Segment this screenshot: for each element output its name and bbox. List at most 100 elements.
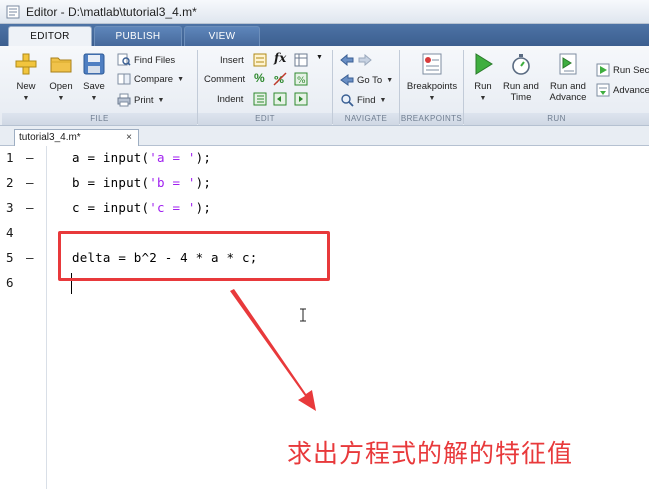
chevron-down-icon: ▼	[379, 96, 387, 104]
code-text: );	[195, 150, 212, 165]
run-and-advance-label-1: Run and	[550, 81, 586, 92]
find-label: Find	[357, 94, 376, 106]
advance-label: Advance	[613, 84, 649, 96]
tab-publish[interactable]: PUBLISH	[94, 26, 182, 46]
insert-button[interactable]: Insert	[220, 52, 244, 68]
insert-section-icon[interactable]	[253, 53, 267, 67]
code-text: a = input(	[72, 150, 150, 165]
chevron-down-icon: ▼	[177, 75, 185, 83]
comment-label: Comment	[204, 73, 246, 85]
new-plus-icon	[15, 53, 37, 75]
go-to-arrow-icon	[340, 74, 354, 86]
compare-icon	[117, 73, 131, 85]
print-label: Print	[134, 94, 154, 106]
compare-button[interactable]: Compare ▼	[117, 71, 184, 87]
run-and-advance-icon	[559, 53, 577, 75]
chevron-down-icon: ▼	[157, 96, 165, 104]
find-files-label: Find Files	[134, 54, 176, 66]
run-section-icon	[596, 63, 610, 77]
insert-function-fx-icon[interactable]: fx	[274, 51, 286, 65]
save-label: Save	[83, 81, 105, 92]
wrap-comments-icon[interactable]: %	[294, 72, 308, 86]
advance-icon	[596, 83, 610, 97]
uncomment-icon[interactable]: %	[273, 72, 287, 86]
forward-arrow-icon[interactable]	[358, 54, 372, 66]
chevron-down-icon: ▼	[386, 76, 394, 84]
compare-label: Compare	[134, 73, 174, 85]
increase-indent-icon[interactable]	[294, 92, 308, 106]
comment-button[interactable]: Comment	[204, 71, 245, 87]
section-navigate-label: NAVIGATE	[333, 113, 399, 125]
breakpoint-marker[interactable]: —	[26, 175, 34, 190]
document-tab-tutorial3-4[interactable]: tutorial3_4.m* ×	[14, 129, 139, 146]
toolstrip: New ▼ Open ▼ Save ▼ Find Files Compare ▼…	[0, 46, 649, 126]
go-to-label: Go To	[357, 74, 383, 86]
code-text: );	[195, 200, 212, 215]
line-number: 4	[6, 225, 14, 240]
title-bar: Editor - D:\matlab\tutorial3_4.m*	[0, 0, 649, 24]
line-number: 2	[6, 175, 14, 190]
breakpoints-icon	[422, 53, 442, 75]
chevron-down-icon[interactable]: ▼	[316, 54, 323, 61]
ribbon-tabs: EDITOR PUBLISH VIEW	[0, 24, 649, 46]
tab-view[interactable]: VIEW	[184, 26, 260, 46]
go-to-button[interactable]: Go To ▼	[340, 72, 393, 88]
code-string: 'b = '	[149, 175, 196, 190]
find-button[interactable]: Find ▼	[340, 92, 386, 108]
breakpoint-marker[interactable]: —	[26, 250, 34, 265]
run-and-time-button[interactable]: Run and Time	[500, 50, 542, 108]
code-line[interactable]: c = input('c = ');	[72, 200, 211, 215]
find-files-button[interactable]: Find Files	[117, 52, 175, 68]
comment-percent-icon[interactable]: %	[254, 71, 265, 85]
back-arrow-icon[interactable]	[340, 54, 354, 66]
document-tabs: tutorial3_4.m* ×	[0, 126, 649, 146]
find-files-icon	[117, 53, 131, 66]
run-section-button[interactable]: Run Sect	[596, 62, 649, 78]
annotation-text: 求出方程式的解的特征值	[287, 439, 574, 468]
breakpoint-marker[interactable]: —	[26, 200, 34, 215]
code-editor[interactable]: 1 — a = input('a = '); 2 — b = input('b …	[0, 146, 649, 489]
document-tab-label: tutorial3_4.m*	[19, 132, 81, 143]
section-run-label: RUN	[464, 113, 649, 125]
gutter-divider	[46, 146, 47, 489]
svg-text:%: %	[297, 76, 306, 86]
chevron-down-icon: ▼	[57, 95, 65, 102]
window-title: Editor - D:\matlab\tutorial3_4.m*	[26, 4, 197, 19]
print-button[interactable]: Print ▼	[117, 92, 164, 108]
line-number: 1	[6, 150, 14, 165]
section-edit-label: EDIT	[198, 113, 332, 125]
new-button[interactable]: New ▼	[9, 50, 43, 108]
chevron-down-icon: ▼	[479, 95, 487, 102]
indent-button[interactable]: Indent	[217, 91, 243, 107]
code-line[interactable]: a = input('a = ');	[72, 150, 211, 165]
run-button[interactable]: Run ▼	[466, 50, 500, 108]
folder-icon	[50, 57, 72, 73]
tab-editor[interactable]: EDITOR	[8, 26, 92, 46]
indent-label: Indent	[217, 93, 244, 105]
run-section-label: Run Sect	[613, 64, 649, 76]
chevron-down-icon: ▼	[90, 95, 98, 102]
close-icon[interactable]: ×	[126, 130, 132, 145]
advance-button[interactable]: Advance	[596, 82, 649, 98]
code-string: 'a = '	[149, 150, 196, 165]
breakpoint-marker[interactable]: —	[26, 150, 34, 165]
annotation-highlight-box	[58, 231, 330, 281]
smart-indent-icon[interactable]	[253, 92, 267, 106]
run-and-advance-button[interactable]: Run and Advance	[546, 50, 590, 108]
insert-table-icon[interactable]	[294, 53, 308, 67]
code-line[interactable]: b = input('b = ');	[72, 175, 211, 190]
open-label: Open	[49, 81, 73, 92]
ibeam-cursor-icon	[300, 308, 306, 322]
run-and-time-label-2: Time	[510, 92, 532, 103]
decrease-indent-icon[interactable]	[273, 92, 287, 106]
section-breakpoints-label: BREAKPOINTS	[400, 113, 463, 125]
save-button[interactable]: Save ▼	[77, 50, 111, 108]
printer-icon	[117, 93, 131, 107]
code-string: 'c = '	[149, 200, 196, 215]
open-button[interactable]: Open ▼	[44, 50, 78, 108]
stopwatch-icon	[512, 54, 530, 75]
matlab-editor-icon	[6, 5, 20, 18]
line-number: 5	[6, 250, 14, 265]
breakpoints-button[interactable]: Breakpoints ▼	[404, 50, 460, 108]
save-disk-icon	[83, 53, 105, 75]
